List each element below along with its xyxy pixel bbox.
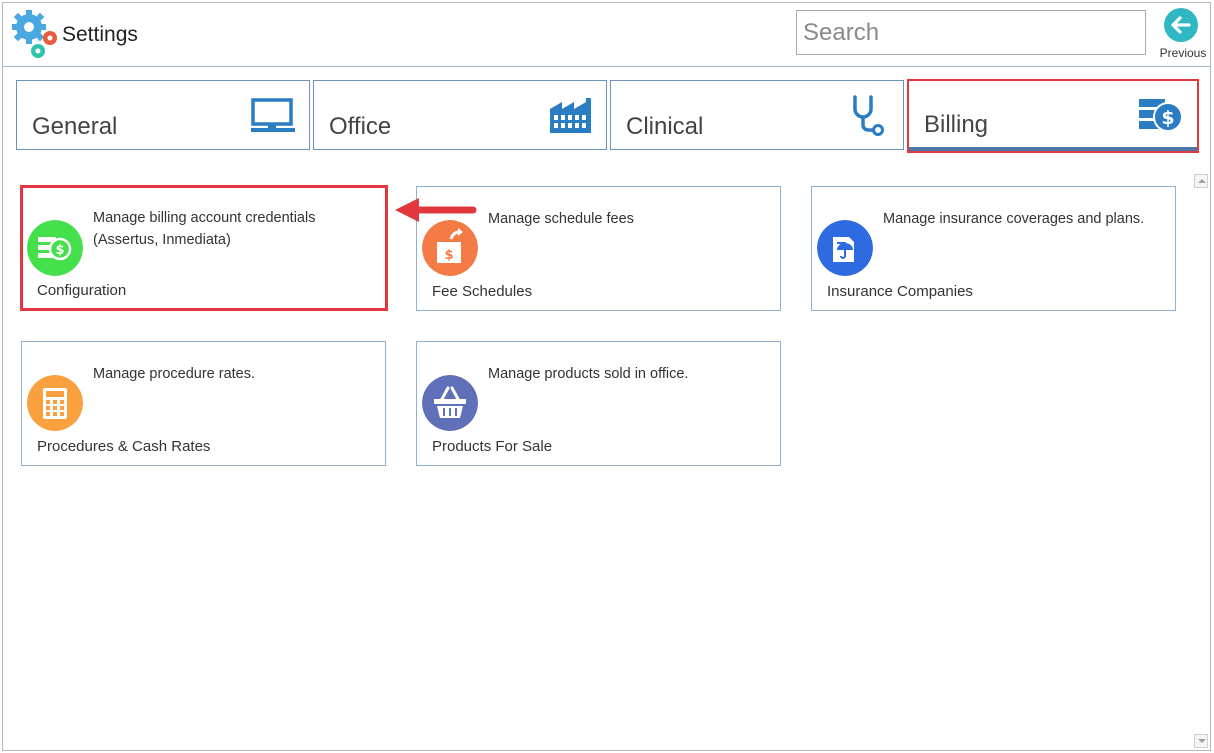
billing-icon: $ xyxy=(1139,99,1183,132)
svg-text:$: $ xyxy=(55,243,64,258)
back-arrow-icon xyxy=(1164,8,1198,42)
scroll-down-button[interactable] xyxy=(1194,734,1208,748)
tab-office[interactable]: Office xyxy=(313,80,607,150)
svg-text:$: $ xyxy=(1161,107,1174,129)
configuration-card[interactable]: $ Manage billing account credentials (As… xyxy=(20,185,388,311)
tab-label: General xyxy=(32,113,118,140)
monitor-icon xyxy=(251,98,295,132)
card-description: Manage products sold in office. xyxy=(488,366,689,382)
tab-clinical[interactable]: Clinical xyxy=(610,80,904,150)
basket-icon xyxy=(422,375,478,431)
page-title: Settings xyxy=(62,23,138,46)
card-title: Products For Sale xyxy=(432,438,553,455)
billing-options-panel: $ Manage billing account credentials (As… xyxy=(3,173,1189,749)
procedures-cash-rates-card[interactable]: Manage procedure rates. Procedures & Cas… xyxy=(21,341,386,466)
calculator-icon xyxy=(27,375,83,431)
settings-window: Settings Previous General Office xyxy=(2,2,1211,751)
header-bar: Settings Previous xyxy=(3,3,1210,67)
tab-label: Clinical xyxy=(626,113,704,140)
insurance-document-icon xyxy=(817,220,873,276)
factory-icon xyxy=(550,98,591,133)
svg-text:$: $ xyxy=(444,248,453,263)
stethoscope-icon xyxy=(853,95,884,136)
card-title: Procedures & Cash Rates xyxy=(37,438,211,455)
card-title: Configuration xyxy=(37,282,127,299)
previous-button[interactable]: Previous xyxy=(1155,8,1209,62)
card-description: Manage schedule fees xyxy=(488,211,634,227)
price-tag-icon: $ xyxy=(422,220,478,276)
settings-category-tabs: General Office Clinical Billing $ xyxy=(16,79,1200,156)
search-input[interactable] xyxy=(796,10,1146,55)
card-description: Manage insurance coverages and plans. xyxy=(883,211,1145,227)
card-description: Manage procedure rates. xyxy=(93,366,256,382)
products-for-sale-card[interactable]: Manage products sold in office. Products… xyxy=(416,341,781,466)
card-description: Manage billing account credentials (Asse… xyxy=(93,210,316,248)
scroll-up-button[interactable] xyxy=(1194,174,1208,188)
tab-billing[interactable]: Billing $ xyxy=(907,79,1199,153)
card-title: Fee Schedules xyxy=(432,283,533,300)
money-stack-icon: $ xyxy=(27,220,83,276)
annotation-arrow-icon xyxy=(395,198,477,222)
tab-label: Office xyxy=(329,113,392,140)
insurance-companies-card[interactable]: Manage insurance coverages and plans. In… xyxy=(811,186,1176,311)
tab-general[interactable]: General xyxy=(16,80,310,150)
tab-label: Billing xyxy=(924,111,989,138)
previous-label: Previous xyxy=(1159,46,1207,60)
card-title: Insurance Companies xyxy=(827,283,973,300)
gear-cluster-icon xyxy=(12,10,57,58)
